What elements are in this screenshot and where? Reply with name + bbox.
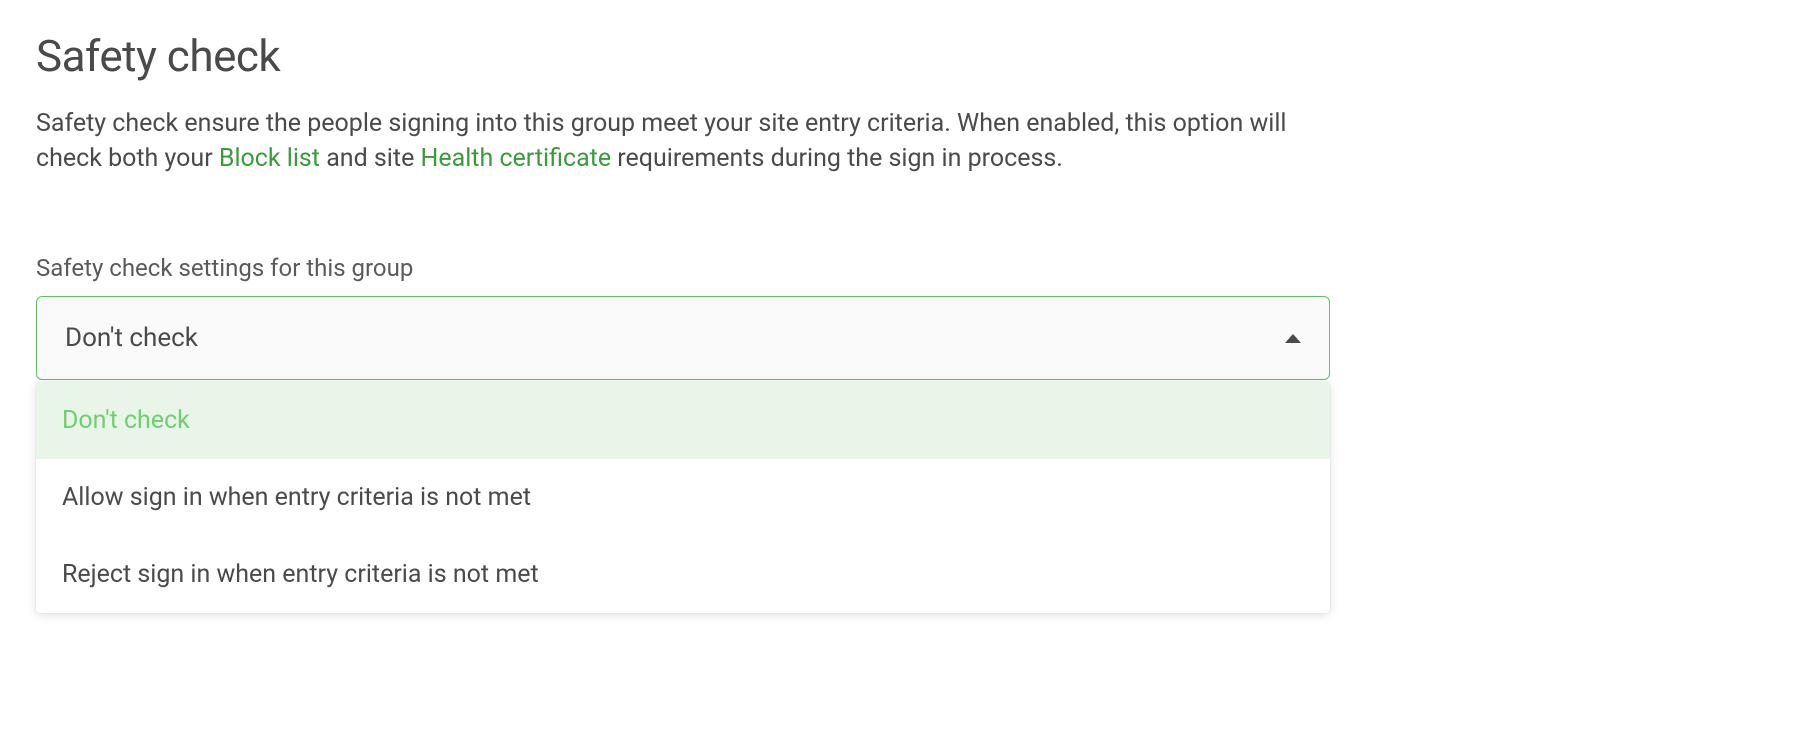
option-dont-check[interactable]: Don't check bbox=[36, 382, 1330, 459]
option-reject-sign-in[interactable]: Reject sign in when entry criteria is no… bbox=[36, 536, 1330, 613]
description-text-mid: and site bbox=[320, 144, 421, 173]
option-allow-sign-in[interactable]: Allow sign in when entry criteria is not… bbox=[36, 459, 1330, 536]
safety-check-select-wrapper: Don't check Don't check Allow sign in wh… bbox=[36, 296, 1330, 613]
health-certificate-link[interactable]: Health certificate bbox=[421, 144, 612, 173]
page-title: Safety check bbox=[36, 30, 1768, 82]
select-value: Don't check bbox=[65, 323, 198, 353]
safety-check-dropdown: Don't check Allow sign in when entry cri… bbox=[36, 382, 1330, 613]
safety-check-select[interactable]: Don't check bbox=[36, 296, 1330, 380]
caret-up-icon bbox=[1285, 334, 1301, 343]
block-list-link[interactable]: Block list bbox=[219, 144, 320, 173]
description-text-post: requirements during the sign in process. bbox=[611, 144, 1063, 173]
field-label: Safety check settings for this group bbox=[36, 254, 1768, 282]
safety-check-description: Safety check ensure the people signing i… bbox=[36, 106, 1336, 176]
